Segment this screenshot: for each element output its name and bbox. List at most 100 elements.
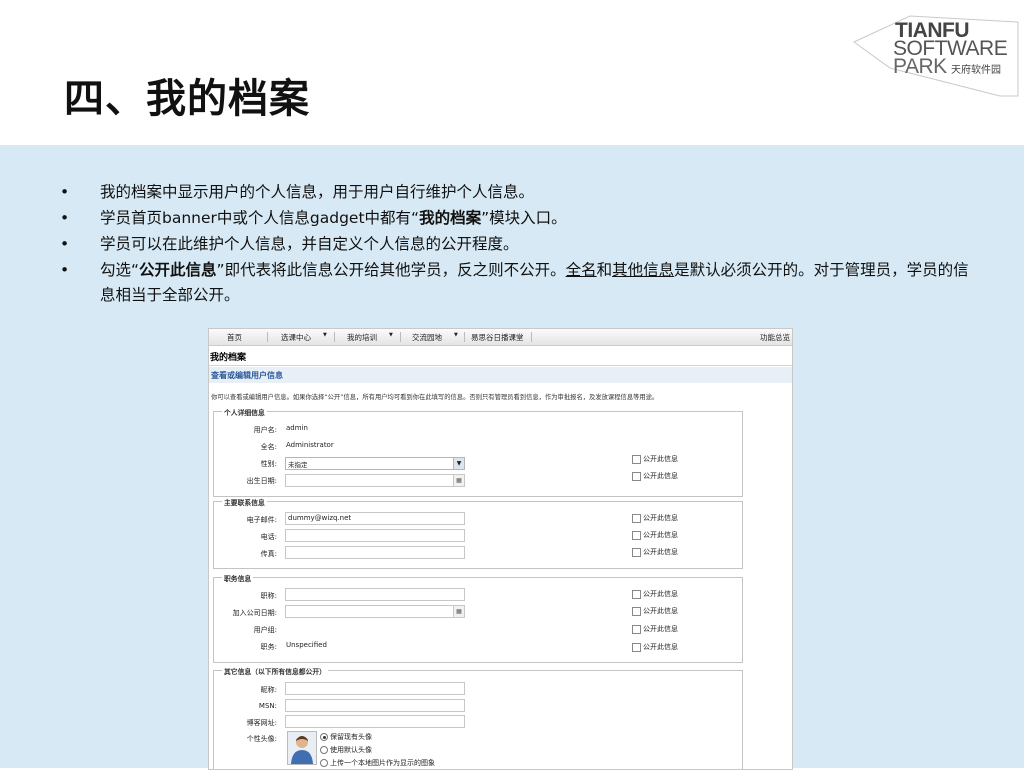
public-user-group-checkbox[interactable] xyxy=(632,625,641,634)
public-user-group-label: 公开此信息 xyxy=(643,625,678,633)
bullet-list: • 我的档案中显示用户的个人信息，用于用户自行维护个人信息。 • 学员首页ban… xyxy=(56,180,976,308)
public-join-date-checkbox[interactable] xyxy=(632,607,641,616)
avatar xyxy=(287,731,317,765)
public-gender-checkbox[interactable] xyxy=(632,455,641,464)
calendar-icon[interactable]: ▦ xyxy=(453,606,464,617)
email-input[interactable]: dummy@wizq.net xyxy=(285,512,465,525)
bullet-text-bold: 我的档案 xyxy=(419,209,482,227)
public-birthdate-checkbox[interactable] xyxy=(632,472,641,481)
blog-url-label: 博客网址: xyxy=(246,719,277,727)
username-value: admin xyxy=(286,424,308,432)
nav-separator xyxy=(334,332,335,342)
bullet-dot: • xyxy=(60,209,70,227)
birthdate-input[interactable]: ▦ xyxy=(285,474,465,487)
chevron-down-icon[interactable]: ▼ xyxy=(323,332,327,338)
email-value: dummy@wizq.net xyxy=(288,514,352,522)
public-fax-checkbox[interactable] xyxy=(632,548,641,557)
fullname-label: 全名: xyxy=(260,443,277,451)
gender-value: 未指定 xyxy=(288,461,308,469)
role-value: Unspecified xyxy=(286,641,327,649)
nav-daily-class[interactable]: 易思谷日播课堂 xyxy=(471,332,524,343)
contact-info-legend: 主要联系信息 xyxy=(222,497,267,507)
join-date-input[interactable]: ▦ xyxy=(285,605,465,618)
nickname-input[interactable] xyxy=(285,682,465,695)
public-fax-label: 公开此信息 xyxy=(643,548,678,556)
avatar-keep-label: 保留现有头像 xyxy=(330,733,372,741)
bullet-text: 学员可以在此维护个人信息，并自定义个人信息的公开程度。 xyxy=(100,235,519,253)
public-email-checkbox[interactable] xyxy=(632,514,641,523)
nav-course-center[interactable]: 选课中心 xyxy=(281,332,311,343)
public-gender-label: 公开此信息 xyxy=(643,455,678,463)
bullet-item: • 勾选“公开此信息”即代表将此信息公开给其他学员，反之则不公开。全名和其他信息… xyxy=(56,258,976,308)
other-info-legend: 其它信息（以下所有信息都公开） xyxy=(222,666,328,676)
gender-select[interactable]: 未指定 ▼ xyxy=(285,457,465,470)
bullet-text-mid: ”即代表将此信息公开给其他学员，反之则不公开。 xyxy=(216,261,566,279)
gender-label: 性别: xyxy=(260,460,277,468)
bullet-text: 我的档案中显示用户的个人信息，用于用户自行维护个人信息。 xyxy=(100,183,535,201)
avatar-keep-radio[interactable] xyxy=(320,733,328,741)
user-group-label: 用户组: xyxy=(253,626,277,634)
nav-feature-overview[interactable]: 功能总览 xyxy=(760,332,790,343)
chevron-down-icon[interactable]: ▼ xyxy=(453,458,464,469)
public-join-date-label: 公开此信息 xyxy=(643,607,678,615)
job-title-input[interactable] xyxy=(285,588,465,601)
bullet-text-post: ”模块入口。 xyxy=(481,209,567,227)
nav-separator xyxy=(267,332,268,342)
role-label: 职务: xyxy=(260,643,277,651)
username-label: 用户名: xyxy=(253,426,277,434)
bullet-link-fullname: 全名 xyxy=(565,261,597,279)
fax-input[interactable] xyxy=(285,546,465,559)
bullet-text-and: 和 xyxy=(596,261,613,279)
public-email-label: 公开此信息 xyxy=(643,514,678,522)
edit-subheader: 查看或编辑用户信息 xyxy=(209,367,792,383)
nav-separator xyxy=(531,332,532,342)
public-birthdate-label: 公开此信息 xyxy=(643,472,678,480)
bullet-item: • 学员可以在此维护个人信息，并自定义个人信息的公开程度。 xyxy=(56,232,976,257)
bullet-item: • 学员首页banner中或个人信息gadget中都有“我的档案”模块入口。 xyxy=(56,206,976,231)
avatar-upload-radio[interactable] xyxy=(320,759,328,767)
nickname-label: 昵称: xyxy=(260,686,277,694)
public-phone-checkbox[interactable] xyxy=(632,531,641,540)
bullet-dot: • xyxy=(60,235,70,253)
heading-divider xyxy=(209,365,792,366)
email-label: 电子邮件: xyxy=(246,516,277,524)
public-role-checkbox[interactable] xyxy=(632,643,641,652)
public-job-title-checkbox[interactable] xyxy=(632,590,641,599)
personal-info-legend: 个人详细信息 xyxy=(222,407,267,417)
slide-title: 四、我的档案 xyxy=(64,75,310,122)
user-avatar-icon xyxy=(291,736,313,764)
public-job-title-label: 公开此信息 xyxy=(643,590,678,598)
bullet-dot: • xyxy=(60,261,70,279)
calendar-icon[interactable]: ▦ xyxy=(453,475,464,486)
intro-text: 你可以查看或编辑用户信息。如果你选择“公开”信息，所有用户均可看到你在此填写的信… xyxy=(211,394,659,401)
profile-heading: 我的档案 xyxy=(210,353,247,363)
fax-label: 传真: xyxy=(260,550,277,558)
avatar-upload-label: 上传一个本地图片作为显示的图象 xyxy=(330,759,435,767)
top-nav-bar: 首页 选课中心 ▼ 我的培训 ▼ 交流园地 ▼ 易思谷日播课堂 功能总览 xyxy=(209,329,792,346)
chevron-down-icon[interactable]: ▼ xyxy=(389,332,393,338)
nav-separator xyxy=(464,332,465,342)
logo-text-chinese: 天府软件园 xyxy=(951,65,1001,76)
bullet-link-other-info: 其他信息 xyxy=(612,261,675,279)
chevron-down-icon[interactable]: ▼ xyxy=(454,332,458,338)
avatar-label: 个性头像: xyxy=(246,735,277,743)
blog-url-input[interactable] xyxy=(285,715,465,728)
bullet-text-pre: 勾选“ xyxy=(100,261,140,279)
nav-community[interactable]: 交流园地 xyxy=(412,332,442,343)
bullet-text-bold: 公开此信息 xyxy=(139,261,217,279)
msn-input[interactable] xyxy=(285,699,465,712)
nav-my-training[interactable]: 我的培训 xyxy=(347,332,377,343)
edit-subheader-text: 查看或编辑用户信息 xyxy=(211,371,283,380)
job-info-legend: 职务信息 xyxy=(222,573,254,583)
logo-text-park: PARK xyxy=(893,55,947,78)
bullet-dot: • xyxy=(60,183,70,201)
job-title-label: 职称: xyxy=(260,592,277,600)
avatar-default-radio[interactable] xyxy=(320,746,328,754)
phone-input[interactable] xyxy=(285,529,465,542)
fullname-value: Administrator xyxy=(286,441,334,449)
public-role-label: 公开此信息 xyxy=(643,643,678,651)
nav-separator xyxy=(400,332,401,342)
nav-home[interactable]: 首页 xyxy=(227,332,242,343)
avatar-default-label: 使用默认头像 xyxy=(330,746,372,754)
phone-label: 电话: xyxy=(260,533,277,541)
